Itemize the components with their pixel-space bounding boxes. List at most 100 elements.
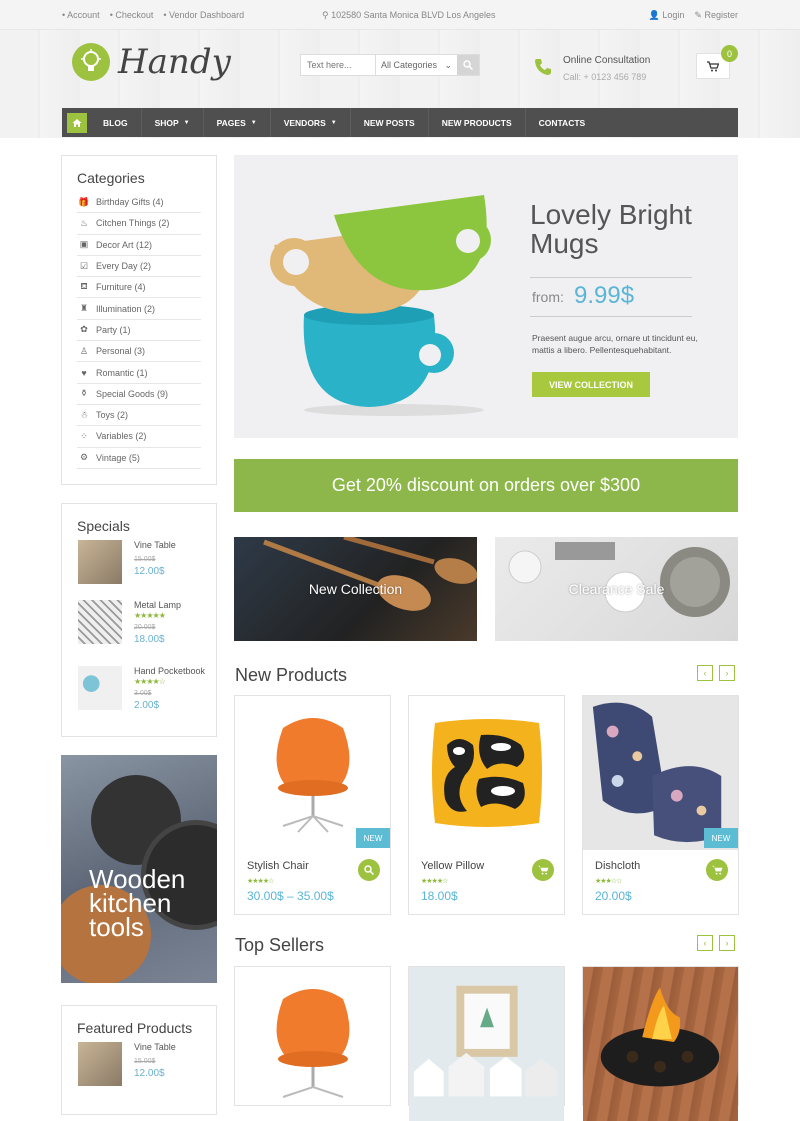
divider [530,277,692,278]
clearance-sale-banner[interactable]: Clearance Sale [495,537,738,641]
home-button[interactable] [67,112,87,133]
bottle-icon: ⚱ [80,388,88,399]
fire-pit-image [600,987,720,1087]
calendar-icon: ☑ [79,260,89,271]
category-item[interactable]: ☃ Toys (2) [77,405,201,427]
product-image[interactable] [409,696,564,850]
checkout-link[interactable]: • Checkout [110,10,154,20]
vintage-icon: ⚙ [79,452,89,463]
top-sellers-title: Top Sellers [235,935,325,955]
next-arrow-button[interactable]: › [719,935,735,951]
logo-bulb-icon[interactable] [72,43,110,81]
view-collection-button[interactable]: VIEW COLLECTION [532,372,650,397]
product-image[interactable] [235,967,390,1121]
login-link[interactable]: 👤 Login [649,10,685,21]
product-price: 30.00$ – 35.00$ [247,889,334,903]
product-image[interactable] [409,967,564,1121]
caret-down-icon: ▼ [330,119,337,126]
hero-price: 9.99$ [574,282,635,309]
product-card[interactable]: NEW Dishcloth ★★★☆☆ 20.00$ [582,695,739,915]
nav-vendors[interactable]: VENDORS ▼ [271,108,351,137]
lamp-icon: ♜ [79,303,89,314]
featured-item[interactable]: Vine Table 15.00$ 12.00$ [78,1042,176,1086]
product-card[interactable]: Yellow Pillow ★★★★☆ 18.00$ [408,695,565,915]
category-item[interactable]: 🎁 Birthday Gifts (4) [77,192,201,214]
person-icon: ♙ [79,345,89,356]
category-item[interactable]: ✿ Party (1) [77,320,201,342]
rating-stars: ★★★★☆ [421,878,448,885]
quick-view-button[interactable] [358,859,380,881]
houses-image [413,985,558,1097]
nav-pages[interactable]: PAGES ▼ [204,108,271,137]
consult-title: Online Consultation [563,55,651,66]
cart-icon [537,865,548,875]
category-item[interactable]: ⛾ Furniture (4) [77,277,201,299]
top-sellers-arrows: ‹ › [697,935,735,951]
category-item[interactable]: ▣ Decor Art (12) [77,235,201,256]
featured-title: Featured Products [77,1020,193,1036]
promo-wooden-tools[interactable]: Wooden kitchen tools [61,755,217,983]
cart-button[interactable]: 0 [696,45,738,79]
product-image[interactable] [583,967,738,1121]
logo-text[interactable]: Handy [118,42,231,82]
special-item[interactable]: Vine Table 15.00$ 12.00$ [78,540,176,584]
product-card[interactable]: NEW Stylish Chair ★★★★☆ 30.00$ – 35.00$ [234,695,391,915]
toy-icon: ☃ [79,409,89,420]
prev-arrow-button[interactable]: ‹ [697,935,713,951]
product-card[interactable] [408,966,565,1121]
caret-down-icon: ▼ [250,119,257,126]
picture-icon: ▣ [79,239,89,250]
pencil-icon: ✎ [694,10,702,20]
couple-icon: ♥ [81,367,87,378]
new-collection-banner[interactable]: New Collection [234,537,477,641]
prev-arrow-button[interactable]: ‹ [697,665,713,681]
product-image[interactable]: NEW [235,696,390,850]
add-to-cart-button[interactable] [532,859,554,881]
featured-widget: Featured Products Vine Table 15.00$ 12.0… [61,1005,217,1115]
category-item[interactable]: ♨ Citchen Things (2) [77,213,201,235]
vine-table-thumb[interactable] [78,540,122,584]
metal-lamp-thumb[interactable] [78,600,122,644]
category-select[interactable]: All Categories ⌄ [375,55,457,75]
next-arrow-button[interactable]: › [719,665,735,681]
nav-contacts[interactable]: CONTACTS [526,108,599,137]
hand-pocketbook-thumb[interactable] [78,666,122,710]
search-input[interactable] [301,55,375,75]
top-bar: • Account • Checkout • Vendor Dashboard … [0,0,800,30]
map-pin-icon: ⚲ [322,10,329,20]
nav-shop[interactable]: SHOP ▼ [142,108,204,137]
product-name[interactable]: Yellow Pillow [421,860,484,872]
special-item[interactable]: Metal Lamp ★★★★★ 20.00$ 18.00$ [78,600,181,645]
nav-new-posts[interactable]: NEW POSTS [351,108,429,137]
category-item[interactable]: ♥ Romantic (1) [77,362,201,384]
category-item[interactable]: ♙ Personal (3) [77,341,201,363]
category-item[interactable]: ♜ Illumination (2) [77,298,201,320]
search-icon [364,865,374,875]
vendor-dashboard-link[interactable]: • Vendor Dashboard [163,10,244,20]
product-card[interactable] [234,966,391,1106]
divider [530,316,692,317]
search-button[interactable] [457,55,479,75]
vine-table-thumb[interactable] [78,1042,122,1086]
discount-banner[interactable]: Get 20% discount on orders over $300 [234,459,738,512]
nav-new-products[interactable]: NEW PRODUCTS [429,108,526,137]
categories-widget: Categories 🎁 Birthday Gifts (4) ♨ Citchen … [61,155,217,485]
sofa-icon: ⛾ [80,281,88,292]
new-products-title: New Products [235,665,348,685]
product-image[interactable]: NEW [583,696,738,850]
banner-label: New Collection [308,581,403,597]
category-item[interactable]: ⁘ Variables (2) [77,426,201,448]
special-item[interactable]: Hand Pocketbook ★★★★☆ 3.00$ 2.00$ [78,666,205,711]
product-name[interactable]: Dishcloth [595,860,640,872]
product-card[interactable] [582,966,739,1121]
header: Handy All Categories⌄ Online Consultatio… [0,30,800,138]
search-form: All Categories⌄ [300,54,480,76]
nav-blog[interactable]: BLOG [87,108,142,137]
account-link[interactable]: • Account [62,10,100,20]
add-to-cart-button[interactable] [706,859,728,881]
category-item[interactable]: ⚱ Special Goods (9) [77,384,201,405]
category-item[interactable]: ☑ Every Day (2) [77,256,201,278]
product-name[interactable]: Stylish Chair [247,860,309,872]
register-link[interactable]: ✎ Register [694,10,738,21]
category-item[interactable]: ⚙ Vintage (5) [77,448,201,469]
